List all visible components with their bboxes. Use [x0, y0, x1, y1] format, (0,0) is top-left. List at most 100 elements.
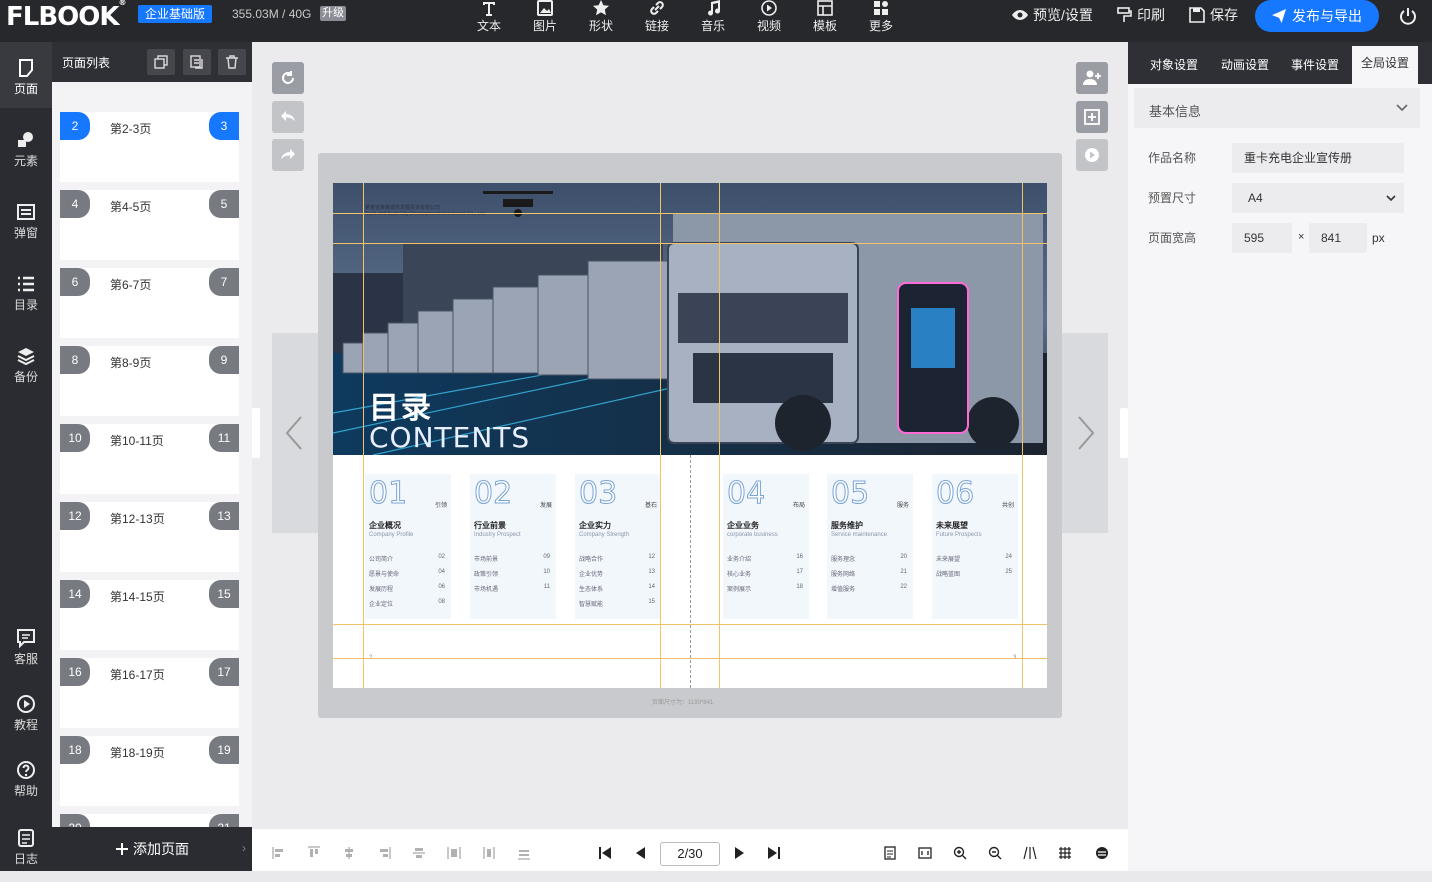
distribute-v-icon[interactable]: [482, 846, 496, 860]
tab-object-settings[interactable]: 对象设置: [1150, 56, 1198, 73]
nav-log[interactable]: 日志: [0, 816, 52, 882]
nav-tutorial[interactable]: 教程: [0, 684, 52, 750]
toc-entry[interactable]: 服务理念 20: [831, 554, 907, 563]
tool-more[interactable]: 更多: [861, 0, 901, 34]
redo-button[interactable]: [272, 139, 304, 171]
toc-entry[interactable]: 公司简介 02: [369, 554, 445, 563]
layers-toggle-icon[interactable]: [1095, 846, 1109, 860]
collapse-left-handle[interactable]: [252, 408, 260, 458]
tool-image[interactable]: 图片: [525, 0, 565, 34]
power-icon[interactable]: [1397, 5, 1419, 27]
toc-entry[interactable]: 市场前景 09: [474, 554, 550, 563]
single-page-icon[interactable]: [883, 846, 897, 860]
zoom-out-icon[interactable]: [988, 846, 1002, 860]
page-card[interactable]: 2 第2-3页 3: [60, 112, 239, 182]
add-frame-button[interactable]: [1076, 101, 1108, 133]
nav-help[interactable]: 帮助: [0, 750, 52, 816]
toc-section[interactable]: 01 引领 企业概况 Company Profile 公司简介 02 愿景与使命 04 发展历程…: [365, 474, 451, 619]
chevron-right-icon[interactable]: ›: [242, 841, 246, 855]
toc-section[interactable]: 02 发展 行业前景 Industry Prospect 市场前景 09 政策引领 10 市场机…: [470, 474, 556, 619]
page-card[interactable]: 12 第12-13页 13: [60, 502, 239, 572]
toc-entry[interactable]: 战略合作 12: [579, 554, 655, 563]
toc-entry[interactable]: 战略蓝图 25: [936, 569, 1012, 578]
next-page-icon[interactable]: [732, 846, 746, 860]
toc-entry[interactable]: 业务介绍 16: [727, 554, 803, 563]
toc-section[interactable]: 06 共创 未来展望 Future Prospects 未来展望 24 战略蓝图 25: [932, 474, 1018, 619]
toc-section[interactable]: 05 服务 服务维护 Service maintenance 服务理念 20 服务网络 21 增…: [827, 474, 913, 619]
align-top-icon[interactable]: [307, 846, 321, 860]
page-list[interactable]: 2 第2-3页 3 4 第4-5页 5 6 第6-7页 7 8 第8-9页 9 10 第10-11…: [52, 82, 252, 827]
toc-entry[interactable]: 市场机遇 11: [474, 584, 550, 593]
toc-entry[interactable]: 智慧赋能 15: [579, 599, 655, 608]
toc-entry[interactable]: 增值服务 22: [831, 584, 907, 593]
align-middle-icon[interactable]: [412, 846, 426, 860]
editor-canvas[interactable]: 某某省某某城市发展投资有限公司 Such and Such City Develo…: [252, 42, 1128, 829]
preview-play-button[interactable]: [1076, 139, 1108, 171]
toc-entry[interactable]: 发展历程 06: [369, 584, 445, 593]
page-width-input[interactable]: 595: [1232, 223, 1292, 253]
page-card[interactable]: 16 第16-17页 17: [60, 658, 239, 728]
align-center-h-icon[interactable]: [342, 846, 356, 860]
prev-page-arrow[interactable]: [272, 333, 318, 533]
nav-popups[interactable]: 弹窗: [0, 186, 52, 252]
collapse-right-handle[interactable]: [1120, 408, 1128, 458]
last-page-icon[interactable]: [767, 846, 781, 860]
align-right-icon[interactable]: [377, 846, 391, 860]
nav-support[interactable]: 客服: [0, 612, 52, 678]
paste-page-button[interactable]: [183, 49, 211, 75]
first-page-icon[interactable]: [598, 846, 612, 860]
align-bottom-icon[interactable]: [517, 846, 531, 860]
tool-music[interactable]: 音乐: [693, 0, 733, 34]
basic-info-section[interactable]: 基本信息: [1134, 88, 1420, 128]
upgrade-button[interactable]: 升级: [320, 6, 346, 21]
preset-size-select[interactable]: A4: [1232, 183, 1404, 213]
tab-event-settings[interactable]: 事件设置: [1291, 56, 1339, 73]
nav-backup[interactable]: 备份: [0, 330, 52, 396]
tool-link[interactable]: 链接: [637, 0, 677, 34]
page-card[interactable]: 2021: [60, 814, 239, 827]
nav-elements[interactable]: 元素: [0, 114, 52, 180]
tool-shape[interactable]: 形状: [581, 0, 621, 34]
distribute-h-icon[interactable]: [447, 846, 461, 860]
tool-video[interactable]: 视频: [749, 0, 789, 34]
undo-button[interactable]: [272, 101, 304, 133]
add-collaborator-button[interactable]: [1076, 62, 1108, 94]
align-left-icon[interactable]: [272, 846, 286, 860]
print-button[interactable]: 印刷: [1116, 0, 1165, 30]
work-name-input[interactable]: 重卡充电企业宣传册: [1232, 143, 1404, 173]
fit-screen-icon[interactable]: [918, 846, 932, 860]
book-spread[interactable]: 某某省某某城市发展投资有限公司 Such and Such City Develo…: [333, 183, 1047, 688]
toc-entry[interactable]: 企业定位 08: [369, 599, 445, 608]
toc-entry[interactable]: 未来展望 24: [936, 554, 1012, 563]
page-card[interactable]: 4 第4-5页 5: [60, 190, 239, 260]
publish-export-button[interactable]: 发布与导出: [1255, 0, 1379, 32]
tab-animation-settings[interactable]: 动画设置: [1221, 56, 1269, 73]
page-card[interactable]: 14 第14-15页 15: [60, 580, 239, 650]
nav-pages[interactable]: 页面: [0, 42, 52, 108]
guides-icon[interactable]: [1023, 846, 1037, 860]
toc-entry[interactable]: 愿景与使命 04: [369, 569, 445, 578]
toc-entry[interactable]: 服务网络 21: [831, 569, 907, 578]
grid-icon[interactable]: [1058, 846, 1072, 860]
delete-page-button[interactable]: [218, 49, 246, 75]
save-button[interactable]: 保存: [1189, 0, 1238, 30]
preview-settings-button[interactable]: 预览/设置: [1012, 0, 1093, 30]
page-card[interactable]: 8 第8-9页 9: [60, 346, 239, 416]
add-page-button[interactable]: 添加页面 ›: [52, 827, 252, 871]
page-indicator-input[interactable]: 2/30: [660, 842, 720, 866]
nav-toc[interactable]: 目录: [0, 258, 52, 324]
tool-text[interactable]: 文本: [469, 0, 509, 34]
toc-entry[interactable]: 生态体系 14: [579, 584, 655, 593]
tool-template[interactable]: 模板: [805, 0, 845, 34]
copy-page-button[interactable]: [147, 49, 175, 75]
toc-entry[interactable]: 企业优势 13: [579, 569, 655, 578]
toc-entry[interactable]: 案例展示 18: [727, 584, 803, 593]
page-card[interactable]: 6 第6-7页 7: [60, 268, 239, 338]
tab-global-settings[interactable]: 全局设置: [1352, 46, 1418, 84]
next-page-arrow[interactable]: [1062, 333, 1108, 533]
toc-section[interactable]: 04 布局 企业业务 corporate business 业务介绍 16 核心业务 17 案例…: [723, 474, 809, 619]
toc-entry[interactable]: 核心业务 17: [727, 569, 803, 578]
zoom-in-icon[interactable]: [953, 846, 967, 860]
toc-entry[interactable]: 政策引领 10: [474, 569, 550, 578]
prev-page-icon[interactable]: [634, 846, 648, 860]
